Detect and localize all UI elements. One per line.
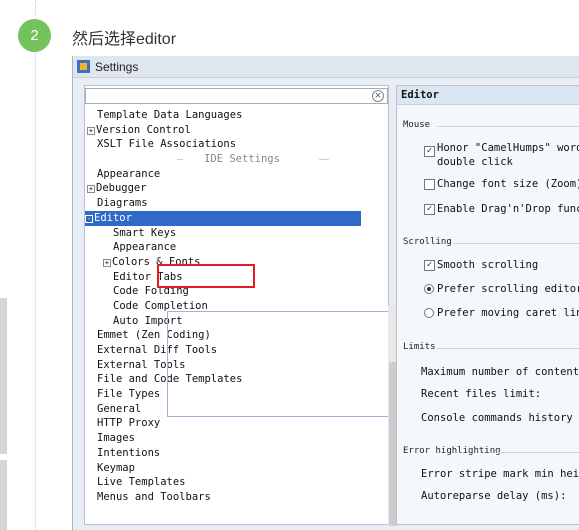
tree-item[interactable]: Appearance <box>87 167 387 182</box>
honor-camelhumps-checkbox[interactable]: ✓ <box>424 146 435 157</box>
tree-item-label: Auto Import <box>113 314 183 327</box>
tree-item[interactable]: + Version Control <box>87 123 387 138</box>
settings-tree-panel: × Template Data Languages + Version Contro… <box>84 85 457 526</box>
tree-item-label: Menus and Toolbars <box>97 490 211 503</box>
tree-item[interactable]: Images <box>87 431 387 446</box>
expand-icon[interactable]: + <box>103 258 111 267</box>
tree-item[interactable]: - Editor <box>85 210 361 226</box>
tree-item[interactable]: Keymap <box>87 461 387 476</box>
smooth-scrolling-label: Smooth scrolling <box>437 259 539 271</box>
tree-item-label: Editor <box>94 211 132 224</box>
tree-item[interactable]: Template Data Languages <box>87 108 387 123</box>
console-history-label: Console commands history si <box>421 412 579 424</box>
tree-item-label: External Diff Tools <box>97 344 218 356</box>
side-bar-top <box>0 298 7 454</box>
tree-item-label: Smart Keys <box>113 226 177 239</box>
tree-item-label: Keymap <box>97 461 135 474</box>
tree-item-label: File Types <box>97 388 161 401</box>
error-stripe-label: Error stripe mark min heigh <box>421 468 579 480</box>
tree-item-label: Code Completion <box>113 299 208 312</box>
guide-line <box>35 0 36 530</box>
tree-item[interactable]: Emmet (Zen Coding) <box>87 328 387 343</box>
prefer-scrolling-editor-radio[interactable] <box>424 284 434 294</box>
window-titlebar: Settings <box>73 56 579 78</box>
tree-item-label: Debugger <box>96 182 147 195</box>
tree-section-header: IDE Settings <box>87 152 387 167</box>
recent-files-label: Recent files limit: <box>421 388 542 400</box>
tree-item[interactable]: XSLT File Associations <box>87 137 387 152</box>
section-limits: Limits <box>403 342 436 352</box>
tree-item[interactable]: Intentions <box>87 446 387 461</box>
smooth-scrolling-checkbox[interactable]: ✓ <box>424 260 435 271</box>
settings-search-input[interactable]: × <box>85 88 388 104</box>
tree-item-label: Images <box>97 432 135 445</box>
tree-item-label: Emmet (Zen Coding) <box>97 329 211 342</box>
prefer-scrolling-editor-label: Prefer scrolling editor <box>437 283 579 295</box>
change-font-size-checkbox[interactable] <box>424 179 435 190</box>
tree-item[interactable]: Code Folding <box>87 284 387 299</box>
tree-item-label: Appearance <box>97 167 161 180</box>
tree-item-label: HTTP Proxy <box>97 417 161 430</box>
enable-drag-drop-checkbox[interactable]: ✓ <box>424 204 435 215</box>
tree-item-label: XSLT File Associations <box>97 138 237 151</box>
divider <box>453 243 579 244</box>
settings-tree: Template Data Languages + Version Control X… <box>85 108 387 505</box>
section-scrolling: Scrolling <box>403 237 452 247</box>
tree-item[interactable]: External Diff Tools <box>87 343 387 358</box>
divider <box>497 452 579 453</box>
tree-item-label: Intentions <box>97 446 161 459</box>
change-font-size-label: Change font size (Zoom) <box>437 178 579 190</box>
section-mouse: Mouse <box>403 120 431 130</box>
tree-item[interactable]: Smart Keys <box>87 226 387 241</box>
tree-item[interactable]: File Types <box>87 387 387 402</box>
tree-item[interactable]: Editor Tabs <box>87 270 387 285</box>
app-icon <box>77 60 90 73</box>
enable-drag-drop-label: Enable Drag'n'Drop funct <box>437 203 579 215</box>
tree-item[interactable]: Code Completion <box>87 299 387 314</box>
tree-item-label: Colors & Fonts <box>112 255 201 268</box>
tree-item-label: Code Folding <box>113 285 189 298</box>
divider <box>437 348 579 349</box>
window-title: Settings <box>95 59 139 74</box>
tree-item[interactable]: File and Code Templates <box>87 372 387 387</box>
tree-item[interactable]: External Tools <box>87 358 387 373</box>
tree-item-label: Live Templates <box>97 476 186 489</box>
editor-settings-panel: Editor Mouse ✓ Honor "CamelHumps" words … <box>396 85 579 525</box>
tree-item-label: File and Code Templates <box>97 373 243 386</box>
tree-item[interactable]: Auto Import <box>87 314 387 329</box>
panel-title: Editor <box>397 86 579 105</box>
tree-item[interactable]: General <box>87 402 387 417</box>
expand-icon[interactable]: + <box>87 126 95 135</box>
settings-window: Settings × Template Data Languages + Versi… <box>72 56 579 530</box>
tree-item-label: Version Control <box>96 123 191 136</box>
tree-item-label: Diagrams <box>97 197 148 210</box>
section-error-highlighting: Error highlighting <box>403 446 501 456</box>
tree-item[interactable]: Menus and Toolbars <box>87 490 387 505</box>
clear-search-icon[interactable]: × <box>372 90 384 102</box>
autoreparse-label: Autoreparse delay (ms): <box>421 490 567 502</box>
tree-item[interactable]: HTTP Proxy <box>87 416 387 431</box>
tree-item[interactable]: Appearance <box>87 240 387 255</box>
honor-camelhumps-label-1: Honor "CamelHumps" words <box>437 142 579 154</box>
tree-item[interactable]: Live Templates <box>87 475 387 490</box>
max-contents-label: Maximum number of contents <box>421 366 579 378</box>
prefer-moving-caret-label: Prefer moving caret line <box>437 307 579 319</box>
prefer-moving-caret-radio[interactable] <box>424 308 434 318</box>
collapse-icon[interactable]: - <box>85 214 93 223</box>
tree-item[interactable]: + Debugger <box>87 181 387 196</box>
honor-camelhumps-label-2: double click <box>437 156 513 168</box>
tree-item-label: Editor Tabs <box>113 270 183 283</box>
side-bar-bottom <box>0 460 7 530</box>
step-instruction: 然后选择editor <box>72 31 177 48</box>
divider <box>437 126 579 127</box>
step-number-badge: 2 <box>18 19 51 52</box>
expand-icon[interactable]: + <box>87 185 95 194</box>
tree-item-label: General <box>97 402 142 415</box>
tree-item[interactable]: + Colors & Fonts <box>87 255 387 270</box>
tree-item[interactable]: Diagrams <box>87 196 387 211</box>
tree-item-label: Appearance <box>113 241 177 254</box>
tree-item-label: Template Data Languages <box>97 109 243 121</box>
tree-item-label: External Tools <box>97 358 186 371</box>
tree-item-label: IDE Settings <box>204 153 280 166</box>
